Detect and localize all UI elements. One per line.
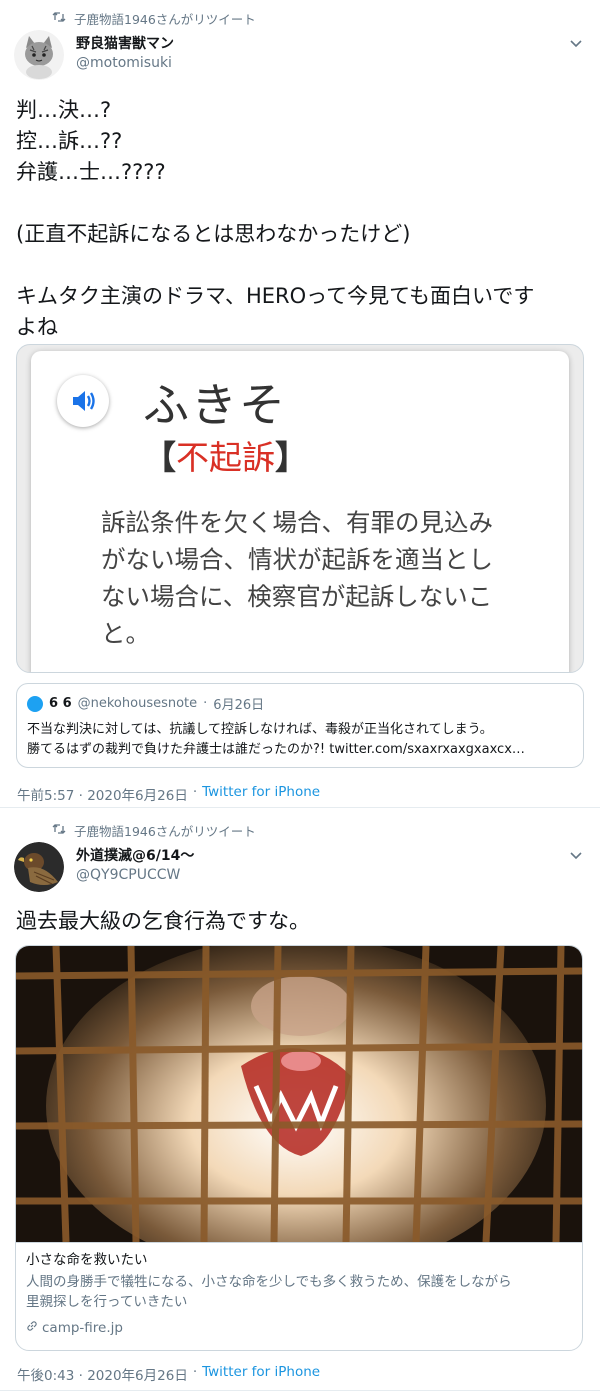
dictionary-reading: ふきそ (143, 378, 287, 432)
display-name[interactable]: 野良猫害獣マン (76, 35, 174, 53)
tweet[interactable]: 子鹿物語1946さんがリツイート 外道撲滅@6/14〜 @QY9CPUCCW 過… (0, 812, 600, 1399)
dictionary-definition: 訴訟条件を欠く場合、有罪の見込み がない場合、情状が起訴を適当とし ない場合に、… (101, 508, 493, 648)
link-card-title: 小さな命を救いたい (26, 1252, 148, 1268)
handle[interactable]: @QY9CPUCCW (76, 865, 194, 885)
author-block[interactable]: 外道撲滅@6/14〜 @QY9CPUCCW (76, 847, 194, 885)
handle[interactable]: @motomisuki (76, 53, 174, 73)
tweet-line: 判…決…? (16, 98, 112, 122)
dictionary-term-word: 不起訴 (176, 438, 275, 477)
quoted-tweet[interactable]: 6 6 @nekohousesnote · 6月26日 不当な判決に対しては、抗… (16, 683, 584, 768)
tweet-line: 弁護…士…???? (16, 160, 166, 184)
quoted-date: 6月26日 (213, 698, 265, 713)
quoted-tweet-header: 6 6 @nekohousesnote · 6月26日 (27, 694, 264, 713)
tweet-image[interactable]: ふきそ 【 不起訴 】 訴訟条件を欠く場合、有罪の見込み がない場合、情状が起訴… (16, 344, 584, 673)
divider (0, 807, 600, 808)
tweet-text: 過去最大級の乞食行為ですな。 (16, 906, 588, 937)
tweet-line: よね (16, 315, 58, 339)
divider (0, 1390, 600, 1391)
retweet-icon (52, 823, 66, 839)
cat-avatar-icon (14, 30, 64, 80)
dictionary-card: ふきそ 【 不起訴 】 訴訟条件を欠く場合、有罪の見込み がない場合、情状が起訴… (31, 351, 569, 672)
tweet-meta: 午前5:57 · 2020年6月26日 · Twitter for iPhone (17, 784, 321, 804)
dictionary-term: 【 不起訴 】 (143, 431, 308, 479)
link-card-domain: camp-fire.jp (26, 1318, 123, 1338)
quoted-tweet-text: 不当な判決に対しては、抗議して控訴しなければ、毒殺が正当化されてしまう。 勝てる… (27, 722, 525, 757)
retweet-context: 子鹿物語1946さんがリツイート (52, 9, 256, 28)
retweet-label: 子鹿物語1946さんがリツイート (74, 12, 256, 27)
timestamp[interactable]: 午後0:43 · 2020年6月26日 (17, 1364, 188, 1384)
tweet-line: キムタク主演のドラマ、HEROって今見ても面白いです (16, 284, 535, 308)
retweet-label: 子鹿物語1946さんがリツイート (74, 824, 256, 839)
divider (16, 1242, 582, 1243)
link-card-description: 人間の身勝手で犠牲になる、小さな命を少しでも多く救うため、保護をしながら 里親探… (26, 1274, 512, 1310)
chevron-down-icon[interactable] (570, 848, 582, 864)
tweet-text: 判…決…? 控…訴…?? 弁護…士…???? (正直不起訴になるとは思わなかった… (16, 95, 588, 343)
avatar[interactable] (14, 30, 64, 80)
eagle-avatar-icon (14, 842, 64, 892)
timestamp[interactable]: 午前5:57 · 2020年6月26日 (17, 784, 188, 804)
author-block[interactable]: 野良猫害獣マン @motomisuki (76, 35, 174, 73)
tweet-line (16, 250, 588, 281)
tweet-meta: 午後0:43 · 2020年6月26日 · Twitter for iPhone (17, 1364, 321, 1384)
link-card[interactable]: 小さな命を救いたい 人間の身勝手で犠牲になる、小さな命を少しでも多く救うため、保… (15, 945, 583, 1351)
tweet-line (16, 188, 588, 219)
tweet[interactable]: 子鹿物語1946さんがリツイート 野良猫害獣マン @motomisuki 判…決… (0, 0, 600, 808)
tweet-line: (正直不起訴になるとは思わなかったけど) (16, 222, 411, 246)
retweet-icon (52, 11, 66, 27)
display-name[interactable]: 外道撲滅@6/14〜 (76, 847, 194, 865)
quoted-avatar (27, 695, 43, 712)
retweet-context: 子鹿物語1946さんがリツイート (52, 821, 256, 840)
source-link[interactable]: Twitter for iPhone (202, 1364, 320, 1384)
quoted-handle: @nekohousesnote (77, 696, 198, 711)
avatar[interactable] (14, 842, 64, 892)
tweet-line: 控…訴…?? (16, 129, 123, 153)
quoted-display-name: 6 6 (49, 696, 72, 711)
source-link[interactable]: Twitter for iPhone (202, 784, 320, 804)
link-card-image (16, 946, 582, 1242)
link-icon (26, 1318, 38, 1338)
chevron-down-icon[interactable] (570, 36, 582, 52)
speaker-icon (57, 375, 109, 427)
tweet-line: 過去最大級の乞食行為ですな。 (16, 909, 310, 933)
